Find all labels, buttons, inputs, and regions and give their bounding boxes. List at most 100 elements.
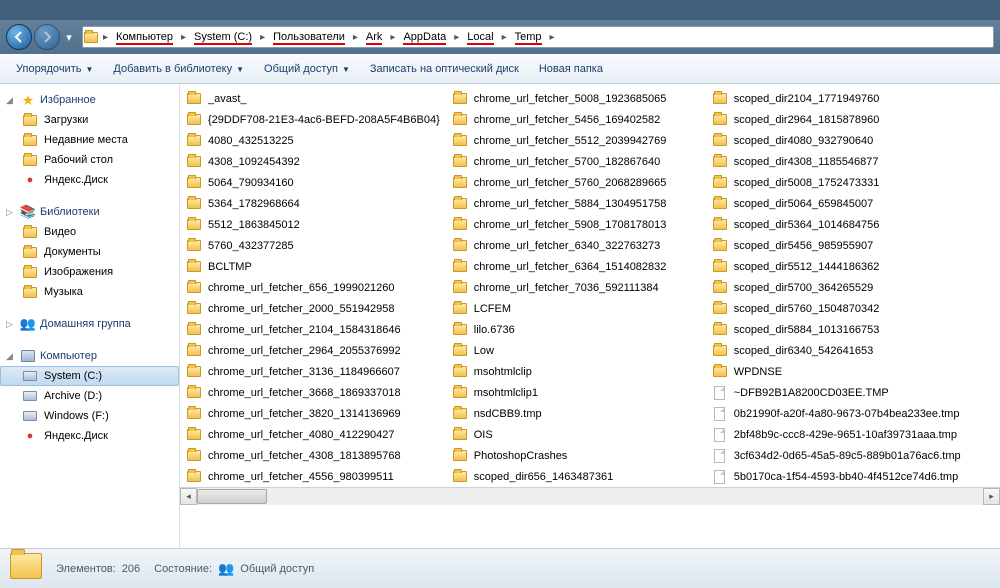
breadcrumb-segment[interactable]: Пользователи	[269, 27, 349, 47]
folder-item[interactable]: 5064_790934160	[180, 172, 446, 193]
folder-item[interactable]: chrome_url_fetcher_4308_1813895768	[180, 445, 446, 466]
breadcrumb-segment[interactable]: Temp	[511, 27, 546, 47]
folder-item[interactable]: scoped_dir4308_1185546877	[706, 151, 967, 172]
sidebar-item[interactable]: ●Яндекс.Диск	[0, 426, 179, 446]
breadcrumb-separator[interactable]: ▸	[99, 27, 112, 47]
folder-item[interactable]: scoped_dir5512_1444186362	[706, 256, 967, 277]
sidebar-item[interactable]: Рабочий стол	[0, 150, 179, 170]
folder-item[interactable]: chrome_url_fetcher_656_1999021260	[180, 277, 446, 298]
folder-item[interactable]: chrome_url_fetcher_5512_2039942769	[446, 130, 706, 151]
folder-item[interactable]: scoped_dir5884_1013166753	[706, 319, 967, 340]
breadcrumb-separator[interactable]: ▸	[546, 27, 559, 47]
folder-item[interactable]: chrome_url_fetcher_5456_169402582	[446, 109, 706, 130]
folder-item[interactable]: chrome_url_fetcher_2104_1584318646	[180, 319, 446, 340]
folder-item[interactable]: chrome_url_fetcher_3820_1314136969	[180, 403, 446, 424]
folder-item[interactable]: 5364_1782968664	[180, 193, 446, 214]
libraries-header[interactable]: ▷ 📚 Библиотеки	[0, 202, 179, 222]
folder-item[interactable]: chrome_url_fetcher_5884_1304951758	[446, 193, 706, 214]
folder-item[interactable]: chrome_url_fetcher_5700_182867640	[446, 151, 706, 172]
breadcrumb-separator[interactable]: ▸	[256, 27, 269, 47]
folder-item[interactable]: chrome_url_fetcher_6340_322763273	[446, 235, 706, 256]
folder-item[interactable]: chrome_url_fetcher_3136_1184966607	[180, 361, 446, 382]
scroll-track[interactable]	[197, 488, 983, 505]
folder-item[interactable]: OIS	[446, 424, 706, 445]
folder-item[interactable]: chrome_url_fetcher_4556_980399511	[180, 466, 446, 487]
folder-item[interactable]: LCFEM	[446, 298, 706, 319]
folder-item[interactable]: 5760_432377285	[180, 235, 446, 256]
sidebar-item[interactable]: System (C:)	[0, 366, 179, 386]
sidebar-item[interactable]: Музыка	[0, 282, 179, 302]
sidebar-item[interactable]: Загрузки	[0, 110, 179, 130]
folder-item[interactable]: nsdCBB9.tmp	[446, 403, 706, 424]
file-item[interactable]: 2bf48b9c-ccc8-429e-9651-10af39731aaa.tmp	[706, 424, 967, 445]
folder-item[interactable]: chrome_url_fetcher_5760_2068289665	[446, 172, 706, 193]
folder-item[interactable]: scoped_dir5456_985955907	[706, 235, 967, 256]
folder-item[interactable]: scoped_dir4080_932790640	[706, 130, 967, 151]
file-item[interactable]: 5b0170ca-1f54-4593-bb40-4f4512ce74d6.tmp	[706, 466, 967, 487]
breadcrumb-segment[interactable]: Ark	[362, 27, 387, 47]
folder-item[interactable]: scoped_dir2104_1771949760	[706, 88, 967, 109]
folder-item[interactable]: Low	[446, 340, 706, 361]
folder-item[interactable]: {29DDF708-21E3-4ac6-BEFD-208A5F4B6B04}	[180, 109, 446, 130]
scroll-right-button[interactable]: ▸	[983, 488, 1000, 505]
folder-item[interactable]: lilo.6736	[446, 319, 706, 340]
folder-item[interactable]: chrome_url_fetcher_7036_592111384	[446, 277, 706, 298]
file-item[interactable]: 0b21990f-a20f-4a80-9673-07b4bea233ee.tmp	[706, 403, 967, 424]
scroll-thumb[interactable]	[197, 489, 267, 504]
address-bar[interactable]: ▸ Компьютер▸System (C:)▸Пользователи▸Ark…	[82, 26, 994, 48]
folder-item[interactable]: 4080_432513225	[180, 130, 446, 151]
folder-item[interactable]: _avast_	[180, 88, 446, 109]
breadcrumb-segment[interactable]: Компьютер	[112, 27, 177, 47]
horizontal-scrollbar[interactable]: ◂ ▸	[180, 487, 1000, 504]
file-item[interactable]: ~DFB92B1A8200CD03EE.TMP	[706, 382, 967, 403]
sidebar-item[interactable]: Документы	[0, 242, 179, 262]
folder-item[interactable]: scoped_dir5760_1504870342	[706, 298, 967, 319]
breadcrumb-segment[interactable]: AppData	[399, 27, 450, 47]
folder-item[interactable]: msohtmlclip1	[446, 382, 706, 403]
file-list[interactable]: _avast_{29DDF708-21E3-4ac6-BEFD-208A5F4B…	[180, 84, 1000, 548]
folder-item[interactable]: msohtmlclip	[446, 361, 706, 382]
nav-pane[interactable]: ◢ ★ Избранное ЗагрузкиНедавние местаРабо…	[0, 84, 180, 548]
folder-item[interactable]: chrome_url_fetcher_5008_1923685065	[446, 88, 706, 109]
nav-history-dropdown[interactable]: ▾	[62, 27, 76, 47]
breadcrumb-segment[interactable]: System (C:)	[190, 27, 256, 47]
folder-item[interactable]: scoped_dir5064_659845007	[706, 193, 967, 214]
breadcrumb-separator[interactable]: ▸	[177, 27, 190, 47]
sidebar-item[interactable]: Archive (D:)	[0, 386, 179, 406]
scroll-left-button[interactable]: ◂	[180, 488, 197, 505]
forward-button[interactable]	[34, 24, 60, 50]
computer-header[interactable]: ◢ Компьютер	[0, 346, 179, 366]
breadcrumb-segment[interactable]: Local	[463, 27, 497, 47]
share-button[interactable]: Общий доступ▼	[256, 59, 358, 79]
breadcrumb-separator[interactable]: ▸	[498, 27, 511, 47]
sidebar-item[interactable]: Видео	[0, 222, 179, 242]
folder-item[interactable]: BCLTMP	[180, 256, 446, 277]
file-item[interactable]: 3cf634d2-0d65-45a5-89c5-889b01a76ac6.tmp	[706, 445, 967, 466]
organize-button[interactable]: Упорядочить▼	[8, 59, 101, 79]
folder-item[interactable]: chrome_url_fetcher_2000_551942958	[180, 298, 446, 319]
back-button[interactable]	[6, 24, 32, 50]
add-to-library-button[interactable]: Добавить в библиотеку▼	[105, 59, 252, 79]
folder-item[interactable]: chrome_url_fetcher_5908_1708178013	[446, 214, 706, 235]
folder-item[interactable]: PhotoshopCrashes	[446, 445, 706, 466]
folder-item[interactable]: scoped_dir656_1463487361	[446, 466, 706, 487]
folder-item[interactable]: scoped_dir5700_364265529	[706, 277, 967, 298]
homegroup-header[interactable]: ▷ 👥 Домашняя группа	[0, 314, 179, 334]
folder-item[interactable]: 4308_1092454392	[180, 151, 446, 172]
favorites-header[interactable]: ◢ ★ Избранное	[0, 90, 179, 110]
sidebar-item[interactable]: Недавние места	[0, 130, 179, 150]
folder-item[interactable]: 5512_1863845012	[180, 214, 446, 235]
folder-item[interactable]: WPDNSE	[706, 361, 967, 382]
folder-item[interactable]: chrome_url_fetcher_4080_412290427	[180, 424, 446, 445]
burn-button[interactable]: Записать на оптический диск	[362, 59, 527, 79]
folder-item[interactable]: scoped_dir5364_1014684756	[706, 214, 967, 235]
folder-item[interactable]: scoped_dir5008_1752473331	[706, 172, 967, 193]
folder-item[interactable]: chrome_url_fetcher_6364_1514082832	[446, 256, 706, 277]
folder-item[interactable]: chrome_url_fetcher_2964_2055376992	[180, 340, 446, 361]
sidebar-item[interactable]: ●Яндекс.Диск	[0, 170, 179, 190]
folder-item[interactable]: chrome_url_fetcher_3668_1869337018	[180, 382, 446, 403]
breadcrumb-separator[interactable]: ▸	[349, 27, 362, 47]
sidebar-item[interactable]: Windows (F:)	[0, 406, 179, 426]
folder-item[interactable]: scoped_dir2964_1815878960	[706, 109, 967, 130]
new-folder-button[interactable]: Новая папка	[531, 59, 611, 79]
